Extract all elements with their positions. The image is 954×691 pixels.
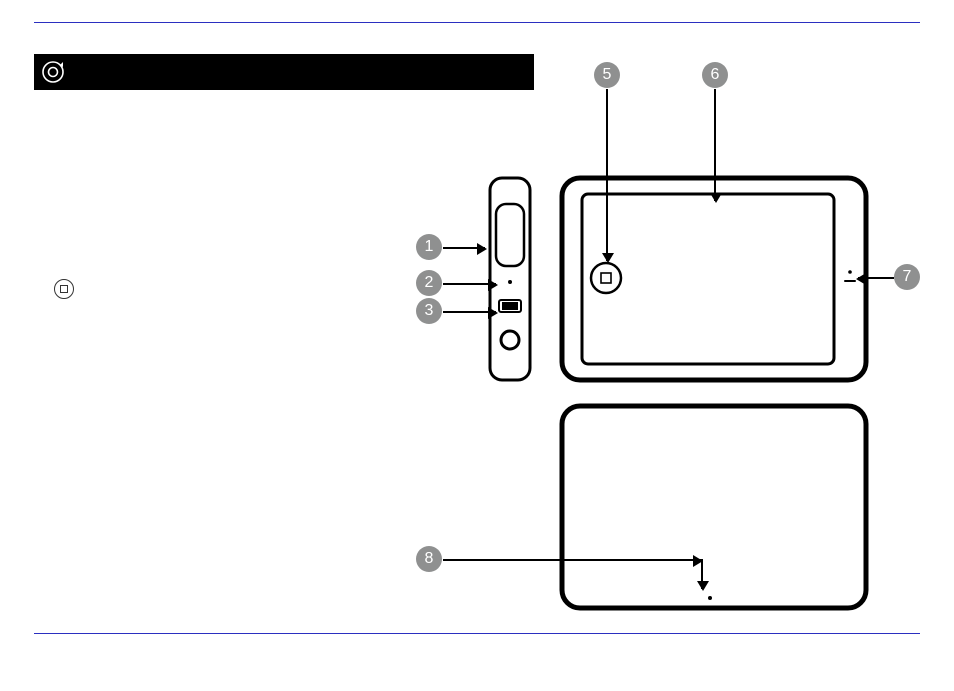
device-back-view: [558, 402, 870, 612]
callout-6-arrow: [714, 89, 716, 201]
callout-7: 7: [894, 264, 920, 290]
section-header-bar: [34, 54, 534, 90]
callout-3: 3: [416, 298, 442, 324]
device-icon: [40, 59, 66, 85]
callout-7-arrow: [858, 277, 894, 279]
callout-5: 5: [594, 62, 620, 88]
callout-2-arrow: [443, 283, 496, 285]
bottom-rule: [34, 633, 920, 634]
callout-8: 8: [416, 546, 442, 572]
callout-8-arrow-v: [701, 559, 703, 589]
stop-icon: [54, 279, 74, 299]
callout-1: 1: [416, 234, 442, 260]
callout-5-arrow: [606, 89, 608, 261]
device-front-view: [558, 174, 870, 384]
callout-6: 6: [702, 62, 728, 88]
callout-3-arrow: [443, 311, 496, 313]
top-rule: [34, 22, 920, 23]
callout-1-arrow: [443, 247, 485, 249]
callout-2: 2: [416, 270, 442, 296]
callout-8-arrow-h: [443, 559, 701, 561]
manual-page: 1 2 3 5 6 7 8: [0, 0, 954, 691]
